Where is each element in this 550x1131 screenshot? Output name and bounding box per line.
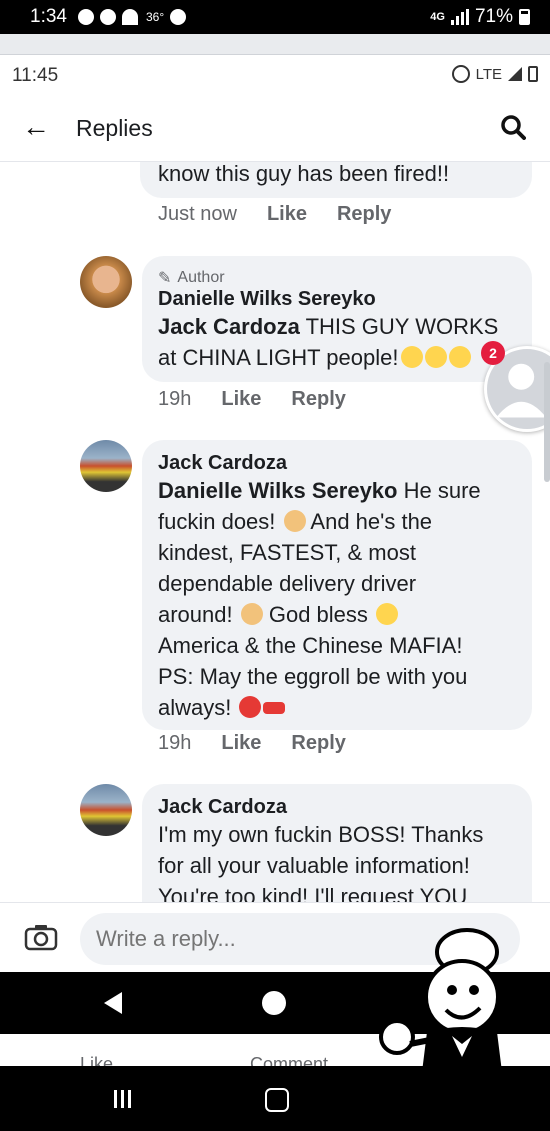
commenter-name[interactable]: Danielle Wilks Sereyko <box>158 288 516 311</box>
pencil-icon: ✎ <box>158 270 172 287</box>
like-button[interactable]: Like <box>267 203 307 226</box>
reply-button[interactable]: Reply <box>337 203 391 226</box>
scrollbar[interactable] <box>544 362 550 482</box>
camera-icon[interactable] <box>24 923 58 951</box>
network-type: 4G <box>430 11 445 23</box>
comment-line: around! <box>158 602 239 627</box>
comment-bubble: know this guy has been fired!! <box>140 162 532 198</box>
mention-link[interactable]: Danielle Wilks Sereyko <box>158 478 397 503</box>
comment-line: dependable delivery driver <box>158 571 417 596</box>
comment-line: He sure <box>397 478 481 503</box>
reply-button[interactable]: Reply <box>291 732 345 755</box>
comment-text: Danielle Wilks Sereyko He sure fuckin do… <box>158 475 516 723</box>
signal-icon <box>450 9 469 25</box>
messenger-icon <box>170 9 187 25</box>
comment-line: always! <box>158 695 238 720</box>
signal-icon <box>508 67 522 81</box>
comment-line: You're too kind! I'll request YOU <box>158 884 468 902</box>
author-badge: ✎ Author <box>158 268 516 288</box>
outer-status-bar: 1:34 36° 4G 71% <box>0 0 550 34</box>
avatar[interactable] <box>80 440 132 492</box>
notification-icons: 36° <box>78 9 187 25</box>
arrow-left-icon[interactable]: ← <box>22 111 50 143</box>
scream-emoji-icon <box>400 346 423 368</box>
comment-text: Jack Cardoza THIS GUY WORKS at CHINA LIG… <box>158 311 516 373</box>
mention-link[interactable]: Jack Cardoza <box>158 314 300 339</box>
scream-emoji-icon <box>448 346 471 368</box>
comment-line: PS: May the eggroll be with you <box>158 664 468 689</box>
comment-action[interactable]: Comment <box>250 1054 328 1066</box>
like-button[interactable]: Like <box>221 388 261 411</box>
page-title: Replies <box>76 115 153 141</box>
comment-line: I'm my own fuckin BOSS! Thanks <box>158 822 484 847</box>
top-strip <box>0 34 550 55</box>
facebook-app-screenshot: 11:45 LTE ← Replies know this guy has be… <box>0 34 550 1034</box>
author-label: Author <box>177 269 225 286</box>
temperature-text: 36° <box>146 10 165 24</box>
comment-bubble: Jack Cardoza I'm my own fuckin BOSS! Tha… <box>142 784 532 902</box>
comment-actions: 19h Like Reply <box>158 732 346 755</box>
comment-line: God bless <box>262 602 375 627</box>
comment-actions: 19h Like Reply <box>158 388 346 411</box>
comment-thread: know this guy has been fired!! Just now … <box>0 162 550 902</box>
chat-head-bubble[interactable]: 2 <box>481 341 550 432</box>
commenter-name[interactable]: Jack Cardoza <box>158 452 516 475</box>
inner-status-right: LTE <box>451 65 538 83</box>
comment-bubble: Jack Cardoza Danielle Wilks Sereyko He s… <box>142 440 532 730</box>
alarm-icon <box>451 65 470 83</box>
inner-status-bar: 11:45 LTE <box>0 55 550 93</box>
comment-time: Just now <box>158 203 237 225</box>
fortune-cookie-icon <box>283 510 306 532</box>
secret-ideograph-icon <box>239 696 262 718</box>
chrome-icon <box>78 9 94 25</box>
comment-line: America & the Chinese MAFIA! <box>158 633 463 658</box>
chopsticks-icon <box>240 603 263 625</box>
wifi-icon <box>122 9 138 25</box>
recent-apps-icon[interactable] <box>114 1090 131 1108</box>
comment-line: for all your valuable information! <box>158 853 470 878</box>
like-button[interactable]: Like <box>221 732 261 755</box>
home-circle-icon[interactable] <box>262 991 286 1015</box>
comment-line: kindest, FASTEST, & most <box>158 540 416 565</box>
avatar[interactable] <box>80 256 132 308</box>
chrome-icon <box>100 9 116 25</box>
commenter-name[interactable]: Jack Cardoza <box>158 796 516 819</box>
like-action[interactable]: Like <box>80 1054 113 1066</box>
race-car-icon <box>263 702 286 714</box>
comment-time: 19h <box>158 388 192 410</box>
comment-line: And he's the <box>305 509 433 534</box>
praying-hands-icon <box>376 603 399 625</box>
battery-icon <box>528 66 538 82</box>
replies-header: ← Replies <box>0 93 550 162</box>
comment-bubble: ✎ Author Danielle Wilks Sereyko Jack Car… <box>142 256 532 382</box>
comment-time: 19h <box>158 732 192 754</box>
home-icon[interactable] <box>265 1088 289 1112</box>
outer-clock: 1:34 <box>30 6 67 27</box>
comment-line: fuckin does! <box>158 509 282 534</box>
chef-mascot-icon <box>379 928 507 1112</box>
comment-text: I'm my own fuckin BOSS! Thanks for all y… <box>158 819 516 902</box>
inner-clock: 11:45 <box>12 65 59 86</box>
reply-button[interactable]: Reply <box>291 388 345 411</box>
battery-icon <box>519 9 530 25</box>
battery-percent: 71% <box>474 6 513 27</box>
avatar[interactable] <box>80 784 132 836</box>
back-triangle-icon[interactable] <box>104 992 122 1014</box>
scream-emoji-icon <box>424 346 447 368</box>
search-icon[interactable] <box>500 114 526 140</box>
outer-status-right: 4G 71% <box>430 6 530 28</box>
comment-text: know this guy has been fired!! <box>158 162 450 186</box>
comment-actions: Just now Like Reply <box>158 203 391 226</box>
inner-network-type: LTE <box>475 65 502 83</box>
notification-badge: 2 <box>481 341 505 365</box>
